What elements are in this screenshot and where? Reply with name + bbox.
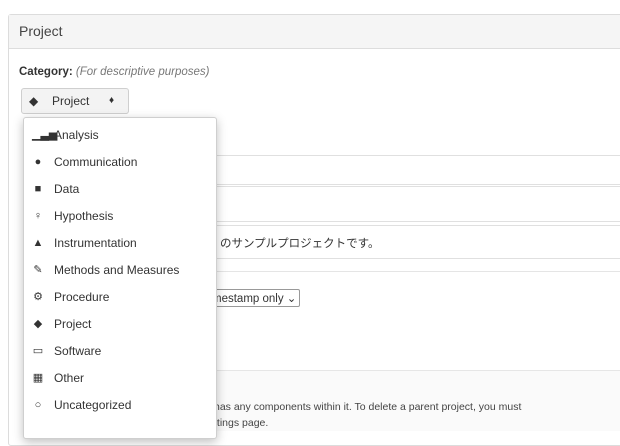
menu-item-label: Software [54,344,102,358]
description-text: のサンプルプロジェクトです。 [220,238,380,250]
menu-item-analysis[interactable]: ▁▃▅ Analysis [24,123,216,149]
category-label: Category: (For descriptive purposes) [19,66,209,78]
menu-item-label: Methods and Measures [54,263,180,277]
menu-item-label: Analysis [54,128,99,142]
cogs-icon: ⚙ [33,291,43,303]
caret-icon: ♦ [109,95,115,106]
menu-item-project[interactable]: ◆ Project [24,312,216,338]
cube-icon: ◆ [33,318,43,330]
database-icon: ■ [34,183,42,195]
category-select[interactable]: ◆ Project ♦ [21,88,129,114]
delete-note-line1: has any components within it. To delete … [214,401,522,413]
menu-item-label: Instrumentation [54,236,137,250]
menu-item-methods-and-measures[interactable]: ✎ Methods and Measures [24,258,216,284]
category-select-value: Project [52,94,90,108]
laptop-icon: ▭ [32,345,44,357]
menu-item-label: Other [54,371,85,385]
menu-item-label: Procedure [54,290,110,304]
menu-item-uncategorized[interactable]: ○ Uncategorized [24,393,216,419]
menu-item-software[interactable]: ▭ Software [24,339,216,365]
menu-item-communication[interactable]: ● Communication [24,150,216,176]
menu-item-label: Hypothesis [54,209,114,223]
title-field[interactable] [210,155,620,185]
menu-item-label: Uncategorized [54,398,132,412]
menu-item-label: Data [54,182,80,196]
chevron-down-icon: ⌄ [286,293,297,305]
circle-o-icon: ○ [34,399,42,411]
project-icon: ◆ [29,94,39,108]
th-large-icon: ▦ [32,372,44,384]
menu-item-hypothesis[interactable]: ♀ Hypothesis [24,204,216,230]
timestamp-select[interactable]: mestamp only ⌄ [210,289,301,307]
comment-icon: ● [34,156,42,168]
panel-title: Project [9,15,620,49]
menu-item-label: Communication [54,155,138,169]
field-two[interactable] [210,186,620,222]
menu-item-procedure[interactable]: ⚙ Procedure [24,285,216,311]
menu-item-data[interactable]: ■ Data [24,177,216,203]
menu-item-other[interactable]: ▦ Other [24,366,216,392]
menu-item-instrumentation[interactable]: ▲ Instrumentation [24,231,216,257]
bar-chart-icon: ▁▃▅ [32,129,58,141]
timestamp-select-value: mestamp only [212,293,284,305]
pencil-icon: ✎ [33,264,43,276]
flask-icon: ▲ [32,237,44,249]
divider [210,271,620,272]
description-field[interactable]: のサンプルプロジェクトです。 [210,225,620,259]
category-label-text: Category: [19,66,73,78]
category-hint: (For descriptive purposes) [75,66,210,78]
lightbulb-icon: ♀ [33,210,43,222]
delete-note-line2: ttings page. [214,417,269,429]
category-dropdown-menu: ▁▃▅ Analysis ● Communication ■ Data ♀ Hypothesi… [23,117,217,439]
menu-item-label: Project [54,317,92,331]
